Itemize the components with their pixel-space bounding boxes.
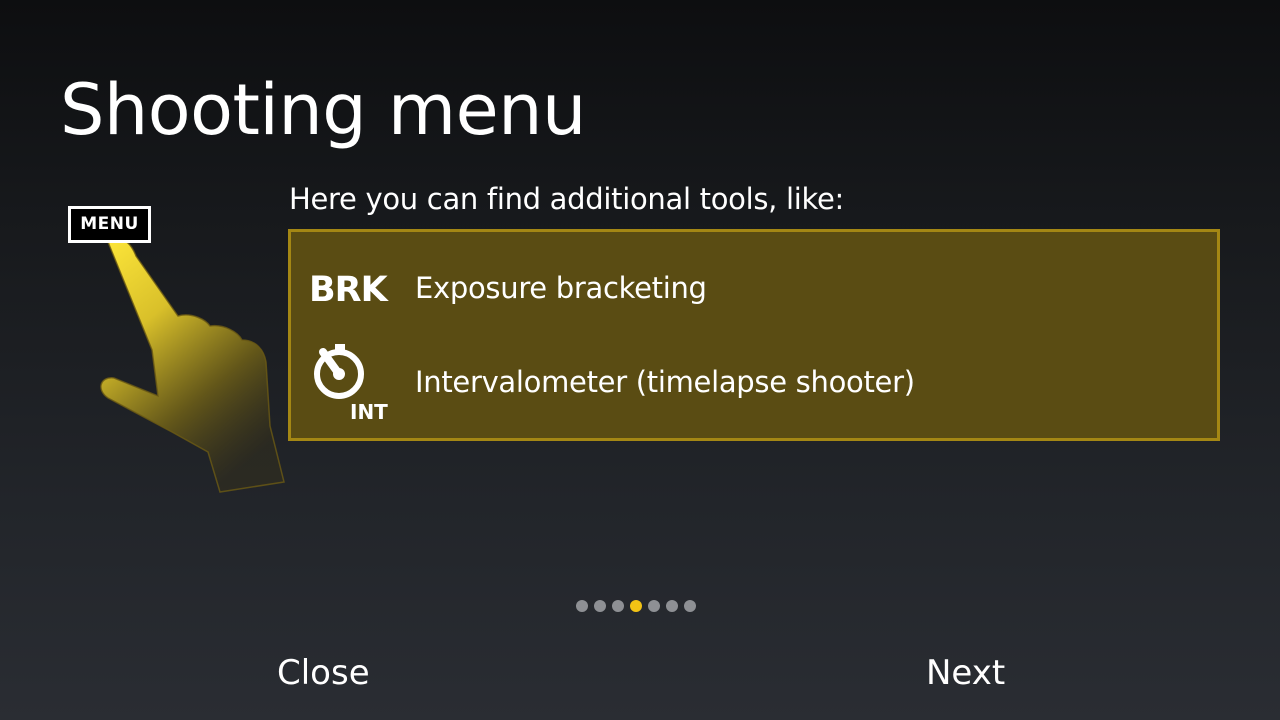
- pointing-hand-icon: [100, 236, 285, 493]
- page-dot-active: [630, 600, 642, 612]
- timer-icon: INT: [309, 338, 399, 428]
- list-item-intervalometer: INT Intervalometer (timelapse shooter): [291, 338, 1217, 428]
- page-dot: [576, 600, 588, 612]
- page-indicator: [576, 600, 696, 614]
- page-dot: [612, 600, 624, 612]
- tool-label: Intervalometer (timelapse shooter): [415, 365, 915, 399]
- tools-list: BRK Exposure bracketing INT Intervalomet…: [288, 229, 1220, 441]
- intro-text: Here you can find additional tools, like…: [289, 182, 844, 216]
- brk-icon: BRK: [309, 244, 399, 334]
- tool-label: Exposure bracketing: [415, 271, 707, 305]
- page-title: Shooting menu: [60, 69, 586, 151]
- page-dot: [594, 600, 606, 612]
- int-badge: INT: [350, 400, 388, 424]
- page-dot: [648, 600, 660, 612]
- list-item-exposure-bracketing: BRK Exposure bracketing: [291, 244, 1217, 334]
- brk-badge: BRK: [309, 270, 388, 310]
- close-button[interactable]: Close: [277, 650, 370, 696]
- next-button[interactable]: Next: [926, 650, 1005, 696]
- stopwatch-icon: [314, 344, 364, 399]
- menu-badge: MENU: [68, 206, 151, 243]
- page-dot: [684, 600, 696, 612]
- page-dot: [666, 600, 678, 612]
